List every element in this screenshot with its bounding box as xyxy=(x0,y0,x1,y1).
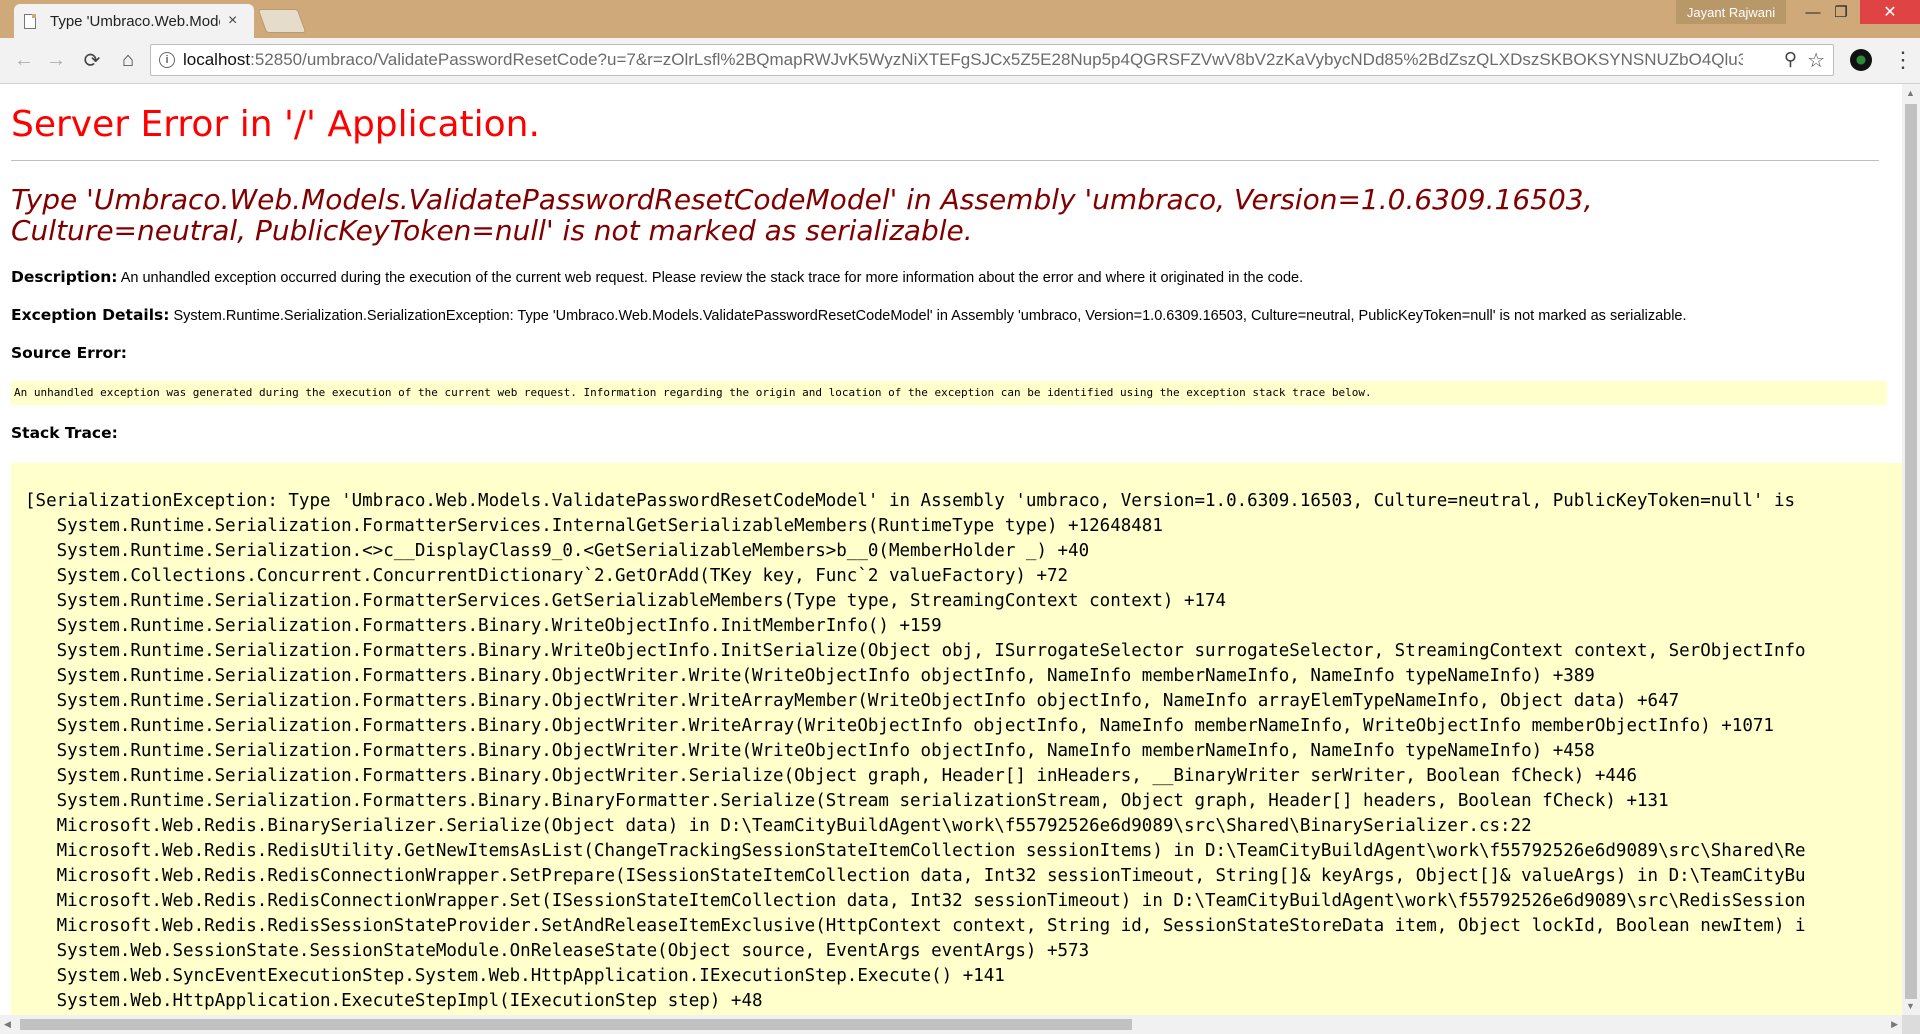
description-text: An unhandled exception occurred during t… xyxy=(120,270,1304,286)
page-title: Server Error in '/' Application. xyxy=(11,104,540,145)
profile-user-badge[interactable]: Jayant Rajwani xyxy=(1676,0,1786,24)
tab-title: Type 'Umbraco.Web.Models.ValidatePasswor… xyxy=(50,12,220,30)
stack-line: Microsoft.Web.Redis.RedisSessionStatePro… xyxy=(25,916,1806,936)
home-icon[interactable]: ⌂ xyxy=(114,46,142,74)
stack-trace-box: [SerializationException: Type 'Umbraco.W… xyxy=(11,463,1902,1015)
address-bar[interactable]: i localhost:52850/umbraco/ValidatePasswo… xyxy=(150,44,1834,76)
more-vertical-icon[interactable]: ⋮ xyxy=(1892,46,1914,74)
stack-line: System.Web.HttpApplication.ExecuteStepIm… xyxy=(25,991,763,1011)
maximize-icon[interactable]: ❐ xyxy=(1818,0,1864,24)
stack-line: System.Runtime.Serialization.FormatterSe… xyxy=(25,516,1163,536)
forward-arrow-icon[interactable]: → xyxy=(42,46,70,74)
stack-line: [SerializationException: Type 'Umbraco.W… xyxy=(25,491,1796,511)
extension-icon[interactable] xyxy=(1850,49,1872,71)
stack-line: System.Runtime.Serialization.Formatters.… xyxy=(25,616,942,636)
horizontal-scroll-thumb[interactable] xyxy=(20,1019,1132,1030)
stack-line: System.Runtime.Serialization.Formatters.… xyxy=(25,766,1637,786)
stack-line: System.Runtime.Serialization.Formatters.… xyxy=(25,666,1595,686)
stack-line: System.Web.SessionState.SessionStateModu… xyxy=(25,941,1090,961)
vertical-scroll-thumb[interactable] xyxy=(1905,104,1917,999)
exception-details: Exception Details: System.Runtime.Serial… xyxy=(11,306,1687,324)
description: Description: An unhandled exception occu… xyxy=(11,268,1303,286)
stack-line: Microsoft.Web.Redis.BinarySerializer.Ser… xyxy=(25,816,1532,836)
reload-icon[interactable]: ⟳ xyxy=(78,46,106,74)
close-tab-icon[interactable]: × xyxy=(228,12,237,30)
stack-line: System.Runtime.Serialization.<>c__Displa… xyxy=(25,541,1090,561)
document-icon xyxy=(24,13,36,29)
stack-line: System.Runtime.Serialization.Formatters.… xyxy=(25,791,1669,811)
stack-line: Microsoft.Web.Redis.RedisConnectionWrapp… xyxy=(25,891,1806,911)
stack-line: System.Runtime.Serialization.FormatterSe… xyxy=(25,591,1227,611)
url-text[interactable]: localhost:52850/umbraco/ValidatePassword… xyxy=(183,45,1743,75)
source-error-label: Source Error: xyxy=(11,344,127,362)
stack-trace: Stack Trace: xyxy=(11,424,118,442)
stack-line: System.Runtime.Serialization.Formatters.… xyxy=(25,741,1595,761)
scroll-right-icon[interactable]: ▶ xyxy=(1891,1019,1898,1030)
page-viewport: Server Error in '/' Application. Type 'U… xyxy=(0,84,1902,1015)
url-path: :52850/umbraco/ValidatePasswordResetCode… xyxy=(250,50,1743,69)
scroll-left-icon[interactable]: ◀ xyxy=(4,1019,11,1030)
site-info-icon[interactable]: i xyxy=(159,52,175,68)
stack-line: Microsoft.Web.Redis.RedisConnectionWrapp… xyxy=(25,866,1806,886)
stack-trace-label: Stack Trace: xyxy=(11,424,118,442)
stack-line: System.Collections.Concurrent.Concurrent… xyxy=(25,566,1069,586)
source-error: Source Error: xyxy=(11,344,127,362)
stack-line: System.Runtime.Serialization.Formatters.… xyxy=(25,641,1806,661)
description-label: Description: xyxy=(11,268,118,286)
zoom-icon[interactable]: ⚲ xyxy=(1784,49,1797,70)
stack-line: System.Web.SyncEventExecutionStep.System… xyxy=(25,966,1005,986)
source-error-box: An unhandled exception was generated dur… xyxy=(11,381,1887,405)
bookmark-star-icon[interactable]: ☆ xyxy=(1807,48,1825,73)
url-host: localhost xyxy=(183,50,251,69)
stack-line: System.Runtime.Serialization.Formatters.… xyxy=(25,691,1680,711)
close-window-icon[interactable]: ✕ xyxy=(1860,0,1920,24)
error-title: Type 'Umbraco.Web.Models.ValidatePasswor… xyxy=(11,183,1593,247)
stack-line: Microsoft.Web.Redis.RedisUtility.GetNewI… xyxy=(25,841,1806,861)
scroll-down-icon[interactable]: ▼ xyxy=(1906,1001,1915,1011)
stack-line: System.Runtime.Serialization.Formatters.… xyxy=(25,716,1774,736)
scrollbar-corner xyxy=(1902,1015,1920,1034)
exception-text: System.Runtime.Serialization.Serializati… xyxy=(173,308,1687,324)
scroll-up-icon[interactable]: ▲ xyxy=(1906,88,1915,98)
browser-toolbar: ← → ⟳ ⌂ i localhost:52850/umbraco/Valida… xyxy=(0,38,1920,84)
exception-label: Exception Details: xyxy=(11,306,170,324)
title-bar: Type 'Umbraco.Web.Models.ValidatePasswor… xyxy=(0,0,1920,38)
back-arrow-icon[interactable]: ← xyxy=(10,46,38,74)
new-tab-button[interactable] xyxy=(257,9,307,33)
divider xyxy=(11,160,1879,161)
horizontal-scrollbar[interactable]: ◀ ▶ xyxy=(0,1015,1902,1034)
vertical-scrollbar[interactable]: ▲ ▼ xyxy=(1902,84,1920,1015)
browser-tab[interactable]: Type 'Umbraco.Web.Models.ValidatePasswor… xyxy=(14,4,254,38)
